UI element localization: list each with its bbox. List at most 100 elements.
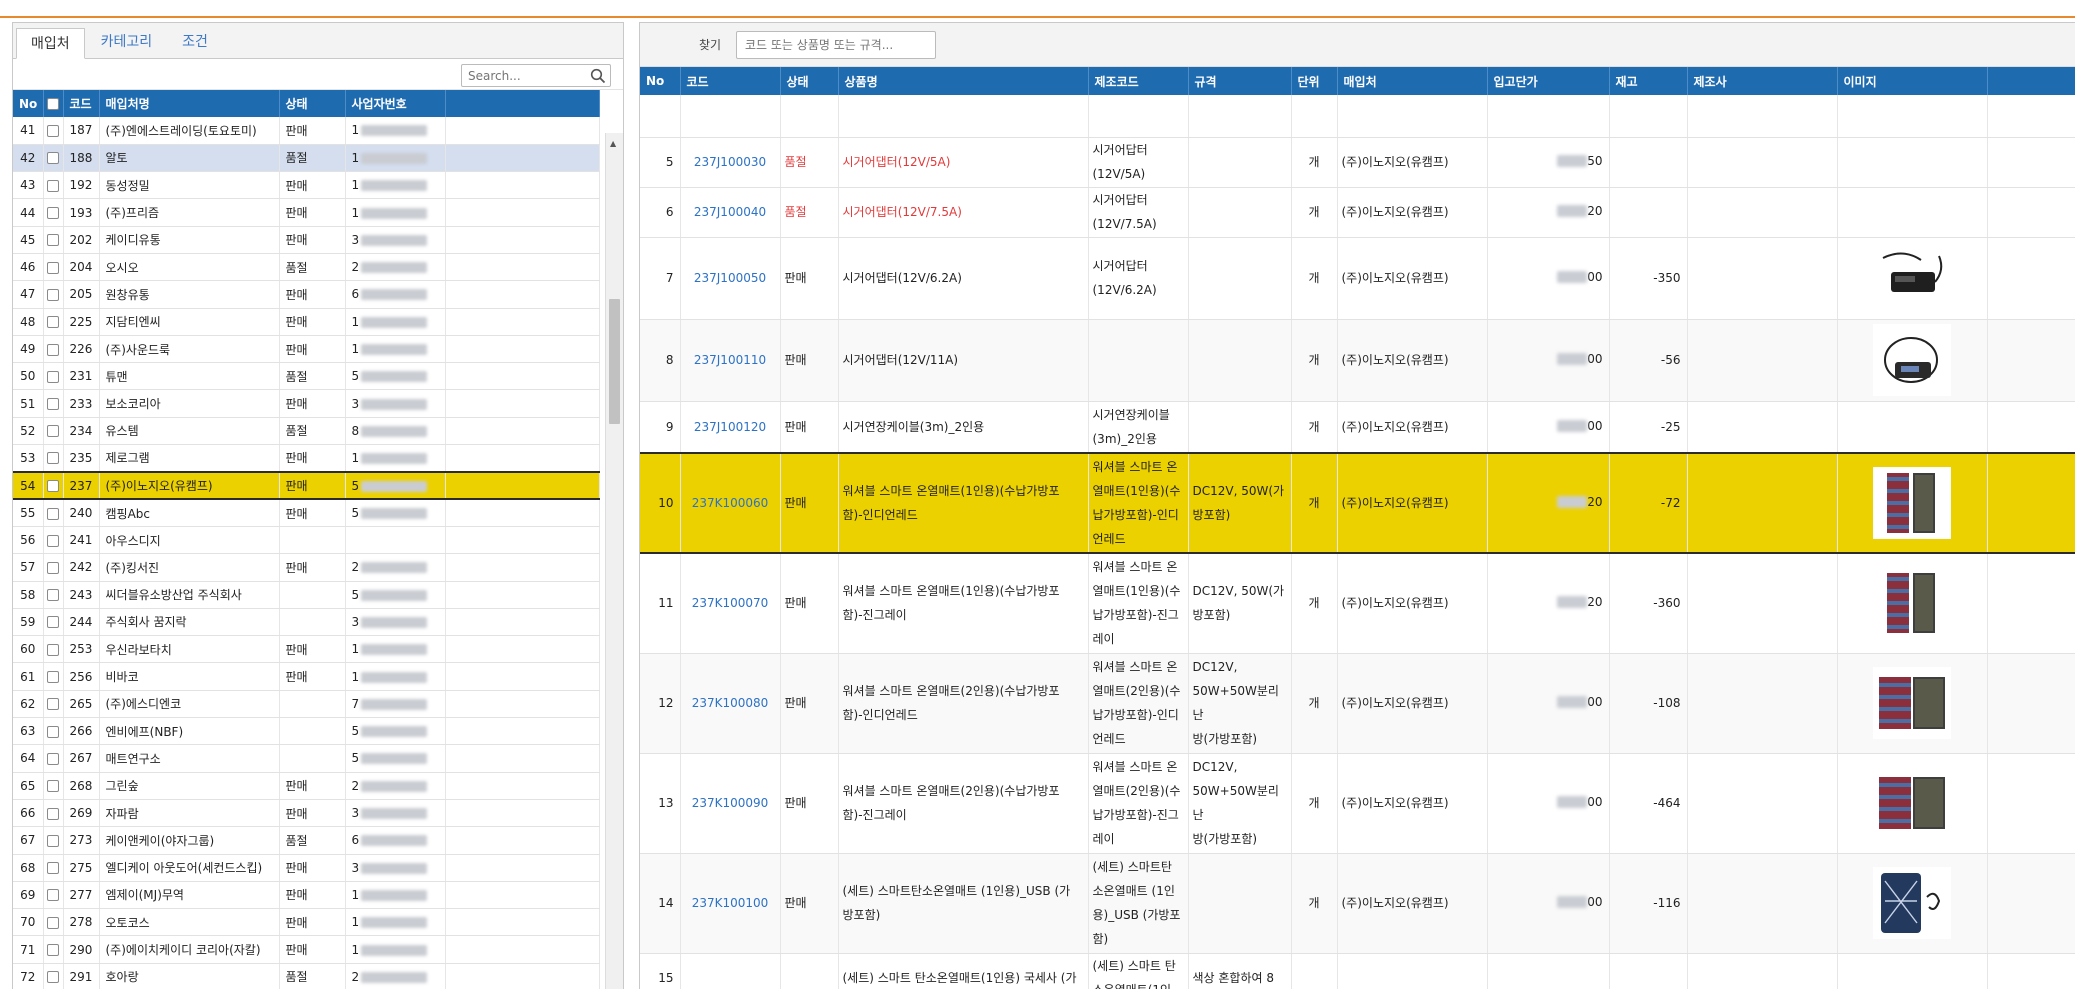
table-row[interactable]: 5 237J100030 품절 시거어댑터(12V/5A) 시거어답터 (12V/5A)… — [640, 137, 2075, 188]
product-image[interactable] — [1873, 867, 1951, 939]
row-checkbox[interactable] — [47, 643, 59, 656]
tab-condition[interactable]: 조건 — [168, 27, 222, 58]
table-row[interactable]: 45 202 케이디유통 판매 3 — [13, 226, 600, 254]
search-icon[interactable] — [590, 68, 606, 84]
row-checkbox-cell[interactable] — [43, 581, 64, 609]
table-row[interactable]: 43 192 동성정밀 판매 1 — [13, 171, 600, 200]
pcol-unit[interactable]: 단위 — [1291, 67, 1338, 95]
row-checkbox[interactable] — [47, 834, 59, 847]
row-checkbox-cell[interactable] — [43, 963, 64, 989]
product-code-link[interactable]: 237K100100 — [680, 853, 781, 954]
table-row[interactable]: 69 277 엠제이(MJ)무역 판매 1 — [13, 881, 600, 910]
table-row[interactable]: 6 237J100040 품절 시거어댑터(12V/7.5A) 시거어답터 (12V/7… — [640, 187, 2075, 238]
product-code-link[interactable] — [680, 953, 781, 989]
row-checkbox[interactable] — [47, 889, 59, 902]
product-image[interactable] — [1873, 767, 1951, 839]
row-checkbox[interactable] — [47, 698, 59, 711]
table-row[interactable]: 70 278 오토코스 판매 1 — [13, 908, 600, 937]
row-checkbox[interactable] — [47, 561, 59, 574]
table-row[interactable]: 52 234 유스템 품절 8 — [13, 417, 600, 446]
table-row[interactable]: 62 265 (주)에스디엔코 7 — [13, 690, 600, 719]
table-row[interactable]: 54 237 (주)이노지오(유캠프) 판매 5 — [13, 470, 600, 501]
row-checkbox-cell[interactable] — [43, 908, 64, 937]
row-checkbox-cell[interactable] — [43, 799, 64, 828]
row-checkbox-cell[interactable] — [43, 308, 64, 336]
row-checkbox[interactable] — [47, 971, 59, 984]
table-row[interactable]: 67 273 케이앤케이(야자그룹) 품절 6 — [13, 826, 600, 855]
table-row[interactable]: 14 237K100100 판매 (세트) 스마트탄소온열매트 (1인용)_USB (… — [640, 853, 2075, 954]
table-row[interactable]: 61 256 비바코 판매 1 — [13, 662, 600, 691]
table-row[interactable]: 9 237J100120 판매 시거연장케이블(3m)_2인용 시거연장케이블 (3m)… — [640, 401, 2075, 454]
select-all-checkbox[interactable] — [46, 98, 59, 110]
table-row[interactable]: 10 237K100060 판매 워셔블 스마트 온열매트(1인용)(수납가방포 함)… — [640, 452, 2075, 554]
row-checkbox-cell[interactable] — [43, 362, 64, 391]
row-checkbox-cell[interactable] — [43, 226, 64, 254]
row-checkbox-cell[interactable] — [43, 635, 64, 664]
row-checkbox-cell[interactable] — [43, 171, 64, 200]
col-no[interactable]: No — [13, 90, 44, 117]
col-code[interactable]: 코드 — [63, 90, 100, 117]
pcol-name[interactable]: 상품명 — [838, 67, 1089, 95]
product-code-link[interactable]: 237J100050 — [680, 237, 781, 320]
row-checkbox-cell[interactable] — [43, 608, 64, 637]
row-checkbox-cell[interactable] — [43, 881, 64, 910]
table-row[interactable]: 72 291 호아랑 품절 2 — [13, 963, 600, 989]
row-checkbox-cell[interactable] — [43, 826, 64, 855]
product-code-link[interactable]: 237K100090 — [680, 753, 781, 854]
row-checkbox[interactable] — [47, 671, 59, 684]
product-code-link[interactable]: 237J100110 — [680, 319, 781, 402]
tab-vendor[interactable]: 매입처 — [16, 28, 85, 59]
row-checkbox-cell[interactable] — [43, 744, 64, 773]
product-code-link[interactable]: 237K100070 — [680, 553, 781, 654]
vendor-search-input[interactable] — [462, 65, 582, 86]
row-checkbox[interactable] — [47, 507, 59, 520]
pcol-status[interactable]: 상태 — [780, 67, 839, 95]
row-checkbox[interactable] — [47, 452, 59, 465]
row-checkbox[interactable] — [47, 589, 59, 602]
table-row[interactable]: 13 237K100090 판매 워셔블 스마트 온열매트(2인용)(수납가방포 함)… — [640, 753, 2075, 854]
row-checkbox[interactable] — [47, 207, 59, 220]
row-checkbox-cell[interactable] — [43, 717, 64, 746]
row-checkbox-cell[interactable] — [43, 389, 64, 418]
table-row[interactable]: 48 225 지담티엔씨 판매 1 — [13, 308, 600, 336]
table-row[interactable]: 8 237J100110 판매 시거어댑터(12V/11A) 개 (주)이노지오(유캠프)… — [640, 319, 2075, 402]
row-checkbox[interactable] — [47, 288, 59, 301]
table-row[interactable]: 44 193 (주)프리즘 판매 1 — [13, 198, 600, 227]
row-checkbox[interactable] — [47, 179, 59, 192]
row-checkbox[interactable] — [47, 343, 59, 356]
table-row[interactable]: 58 243 씨더블유소방산업 주식회사 5 — [13, 581, 600, 609]
row-checkbox-cell[interactable] — [43, 335, 64, 364]
row-checkbox-cell[interactable] — [43, 417, 64, 446]
scrollbar-thumb[interactable] — [609, 299, 620, 424]
table-row[interactable]: 65 268 그린숲 판매 2 — [13, 772, 600, 800]
scroll-up-icon[interactable]: ▲ — [610, 139, 616, 148]
pcol-vendor[interactable]: 매입처 — [1337, 67, 1488, 95]
table-row[interactable]: 12 237K100080 판매 워셔블 스마트 온열매트(2인용)(수납가방포 함)… — [640, 653, 2075, 754]
pcol-image[interactable]: 이미지 — [1837, 67, 1988, 95]
row-checkbox[interactable] — [47, 316, 59, 329]
table-row[interactable]: 51 233 보소코리아 판매 3 — [13, 389, 600, 418]
row-checkbox[interactable] — [47, 752, 59, 765]
row-checkbox[interactable] — [47, 534, 59, 547]
table-row[interactable]: 46 204 오시오 품절 2 — [13, 253, 600, 282]
row-checkbox-cell[interactable] — [43, 526, 64, 555]
row-checkbox-cell[interactable] — [43, 499, 64, 527]
row-checkbox-cell[interactable] — [43, 280, 64, 309]
row-checkbox-cell[interactable] — [43, 935, 64, 964]
product-image[interactable] — [1873, 242, 1951, 314]
row-checkbox-cell[interactable] — [43, 198, 64, 227]
table-row[interactable]: 7 237J100050 판매 시거어댑터(12V/6.2A) 시거어답터 (12V/6… — [640, 237, 2075, 320]
row-checkbox[interactable] — [47, 916, 59, 929]
product-code-link[interactable]: 237J100040 — [680, 187, 781, 238]
table-row[interactable]: 41 187 (주)엔에스트레이딩(토요토미) 판매 1 — [13, 117, 600, 145]
table-row[interactable]: 47 205 원창유통 판매 6 — [13, 280, 600, 309]
table-row[interactable]: 57 242 (주)킹서진 판매 2 — [13, 553, 600, 582]
table-row[interactable]: 56 241 아우스디지 — [13, 526, 600, 555]
row-checkbox-cell[interactable] — [43, 470, 64, 501]
vendor-scrollbar[interactable]: ▲ — [605, 133, 623, 989]
product-image[interactable] — [1873, 467, 1951, 539]
product-code-link[interactable]: 237K100060 — [680, 452, 781, 554]
row-checkbox[interactable] — [47, 370, 59, 383]
row-checkbox-cell[interactable] — [43, 144, 64, 173]
row-checkbox-cell[interactable] — [43, 253, 64, 282]
